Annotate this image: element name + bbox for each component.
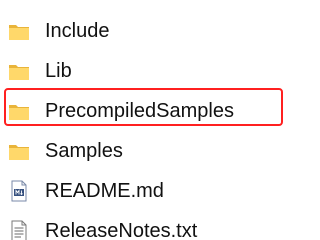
file-item-label: PrecompiledSamples xyxy=(45,100,234,122)
file-item-samples[interactable]: Samples xyxy=(0,130,291,170)
text-file-icon xyxy=(7,219,31,240)
file-item-label: Lib xyxy=(45,60,72,82)
folder-icon xyxy=(7,19,31,43)
file-item-label: Include xyxy=(45,20,110,42)
file-list: Include Lib PrecompiledSamples Samples R… xyxy=(0,0,291,240)
file-item-lib[interactable]: Lib xyxy=(0,50,291,90)
folder-icon xyxy=(7,59,31,83)
file-item-releasenotes[interactable]: ReleaseNotes.txt xyxy=(0,210,291,240)
file-item-readme[interactable]: README.md xyxy=(0,170,291,210)
markdown-file-icon xyxy=(7,179,31,203)
file-item-precompiledsamples[interactable]: PrecompiledSamples xyxy=(0,90,291,130)
file-item-label: ReleaseNotes.txt xyxy=(45,220,198,240)
file-item-label: README.md xyxy=(45,180,164,202)
file-item-include[interactable]: Include xyxy=(0,10,291,50)
file-item-label: Samples xyxy=(45,140,123,162)
folder-icon xyxy=(7,139,31,163)
folder-icon xyxy=(7,99,31,123)
